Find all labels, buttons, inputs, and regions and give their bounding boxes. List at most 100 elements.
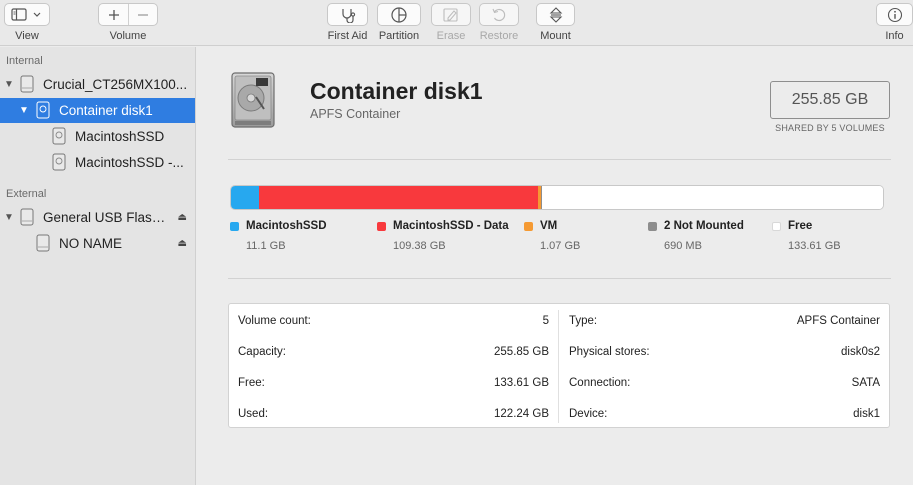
info-row-connection: Connection: SATA	[569, 377, 880, 393]
main-panel: Container disk1 APFS Container 255.85 GB…	[197, 47, 913, 485]
minus-icon	[138, 13, 148, 16]
info-row-volume-count: Volume count: 5	[238, 315, 549, 331]
info-row-capacity: Capacity: 255.85 GB	[238, 346, 549, 362]
mount-icon	[549, 6, 562, 23]
mount-label: Mount	[540, 30, 571, 42]
erase-icon	[443, 7, 458, 22]
sidebar-item-usb-flash[interactable]: ▼ General USB Flash... ⏏	[0, 205, 195, 230]
toolbar: View Volume First Aid Partition Erase Re…	[0, 0, 913, 46]
pie-icon	[391, 6, 407, 23]
partition-button[interactable]	[377, 3, 421, 26]
legend-swatch	[772, 222, 781, 231]
partition-label: Partition	[378, 30, 420, 42]
mount-control: Mount	[536, 3, 575, 42]
sidebar-item-macintoshssd[interactable]: MacintoshSSD	[0, 124, 195, 149]
info-label: Info	[885, 30, 904, 42]
eject-icon[interactable]: ⏏	[178, 238, 187, 249]
restore-control: Restore	[479, 3, 519, 42]
erase-button[interactable]	[431, 3, 471, 26]
info-table: Volume count: 5 Capacity: 255.85 GB Free…	[228, 303, 890, 428]
view-button[interactable]	[4, 3, 50, 26]
eject-icon[interactable]: ⏏	[178, 212, 187, 223]
disclosure-triangle-icon[interactable]: ▼	[4, 79, 14, 90]
sidebar-item-macintoshssd-data[interactable]: MacintoshSSD -...	[0, 150, 195, 175]
disk-title: Container disk1	[310, 78, 483, 104]
legend-size: 109.38 GB	[393, 240, 446, 252]
first-aid-button[interactable]	[327, 3, 368, 26]
info-row-physical-stores: Physical stores: disk0s2	[569, 346, 880, 362]
volume-icon	[36, 234, 50, 252]
shared-caption: SHARED BY 5 VOLUMES	[775, 123, 885, 133]
erase-control: Erase	[431, 3, 471, 42]
restore-label: Restore	[479, 30, 519, 42]
info-value: APFS Container	[796, 315, 880, 327]
divider	[228, 278, 891, 279]
legend-swatch	[230, 222, 239, 231]
legend-size: 690 MB	[664, 240, 702, 252]
internal-disk-icon	[20, 75, 34, 93]
erase-label: Erase	[436, 30, 466, 42]
legend-name: MacintoshSSD	[246, 220, 327, 232]
legend-name: Free	[788, 220, 813, 232]
sidebar-icon	[11, 7, 41, 21]
info-key: Device:	[569, 408, 608, 420]
volume-label: Volume	[109, 30, 147, 42]
info-key: Capacity:	[238, 346, 286, 358]
first-aid-label: First Aid	[327, 30, 368, 42]
sidebar-item-label: General USB Flash...	[43, 210, 167, 225]
legend-swatch	[524, 222, 533, 231]
info-value: 5	[542, 315, 549, 327]
plus-icon	[108, 9, 119, 20]
legend-name: VM	[540, 220, 558, 232]
sidebar-item-no-name[interactable]: NO NAME ⏏	[0, 231, 195, 256]
view-control: View	[4, 3, 50, 42]
info-key: Used:	[238, 408, 269, 420]
info-key: Volume count:	[238, 315, 311, 327]
info-value: SATA	[851, 377, 880, 389]
info-icon	[887, 7, 902, 22]
usage-segment-free	[542, 186, 883, 209]
external-disk-icon	[20, 208, 34, 226]
info-column-divider	[558, 310, 559, 423]
mount-button[interactable]	[536, 3, 575, 26]
info-value: 122.24 GB	[494, 408, 549, 420]
add-volume-button[interactable]	[99, 4, 128, 25]
sidebar-item-crucial-disk[interactable]: ▼ Crucial_CT256MX100...	[0, 72, 195, 97]
disclosure-triangle-icon[interactable]: ▼	[19, 105, 29, 116]
sidebar-item-label: MacintoshSSD -...	[75, 155, 184, 170]
sidebar-item-container-disk1[interactable]: ▼ Container disk1	[0, 98, 195, 123]
info-row-used: Used: 122.24 GB	[238, 408, 549, 424]
info-key: Connection:	[569, 377, 631, 389]
volume-icon	[52, 127, 66, 145]
info-value: 133.61 GB	[494, 377, 549, 389]
first-aid-control: First Aid	[327, 3, 368, 42]
container-disk-icon	[36, 101, 50, 119]
info-control: Info	[876, 3, 913, 42]
legend-size: 11.1 GB	[246, 240, 286, 252]
usage-bar	[230, 185, 884, 210]
disk-size: 255.85 GB	[791, 91, 869, 108]
sidebar-item-label: Crucial_CT256MX100...	[43, 77, 188, 92]
info-value: disk1	[853, 408, 880, 420]
volume-segmented-control	[98, 3, 158, 26]
info-row-free: Free: 133.61 GB	[238, 377, 549, 393]
internal-heading: Internal	[6, 55, 43, 67]
usage-segment-macintoshssd	[231, 186, 260, 209]
hard-drive-icon	[231, 72, 275, 128]
restore-icon	[492, 8, 506, 21]
info-key: Free:	[238, 377, 265, 389]
legend-swatch	[377, 222, 386, 231]
sidebar: Internal ▼ Crucial_CT256MX100... ▼ Conta…	[0, 47, 196, 485]
divider	[228, 159, 891, 160]
disclosure-triangle-icon[interactable]: ▼	[4, 212, 14, 223]
legend-name: 2 Not Mounted	[664, 220, 744, 232]
volume-control: Volume	[98, 3, 158, 42]
stethoscope-icon	[341, 8, 355, 23]
remove-volume-button[interactable]	[128, 4, 157, 25]
restore-button[interactable]	[479, 3, 519, 26]
disk-subtitle: APFS Container	[310, 107, 401, 121]
sidebar-item-label: MacintoshSSD	[75, 129, 165, 144]
legend-size: 133.61 GB	[788, 240, 841, 252]
sidebar-item-label: NO NAME	[59, 236, 123, 251]
info-button[interactable]	[876, 3, 913, 26]
